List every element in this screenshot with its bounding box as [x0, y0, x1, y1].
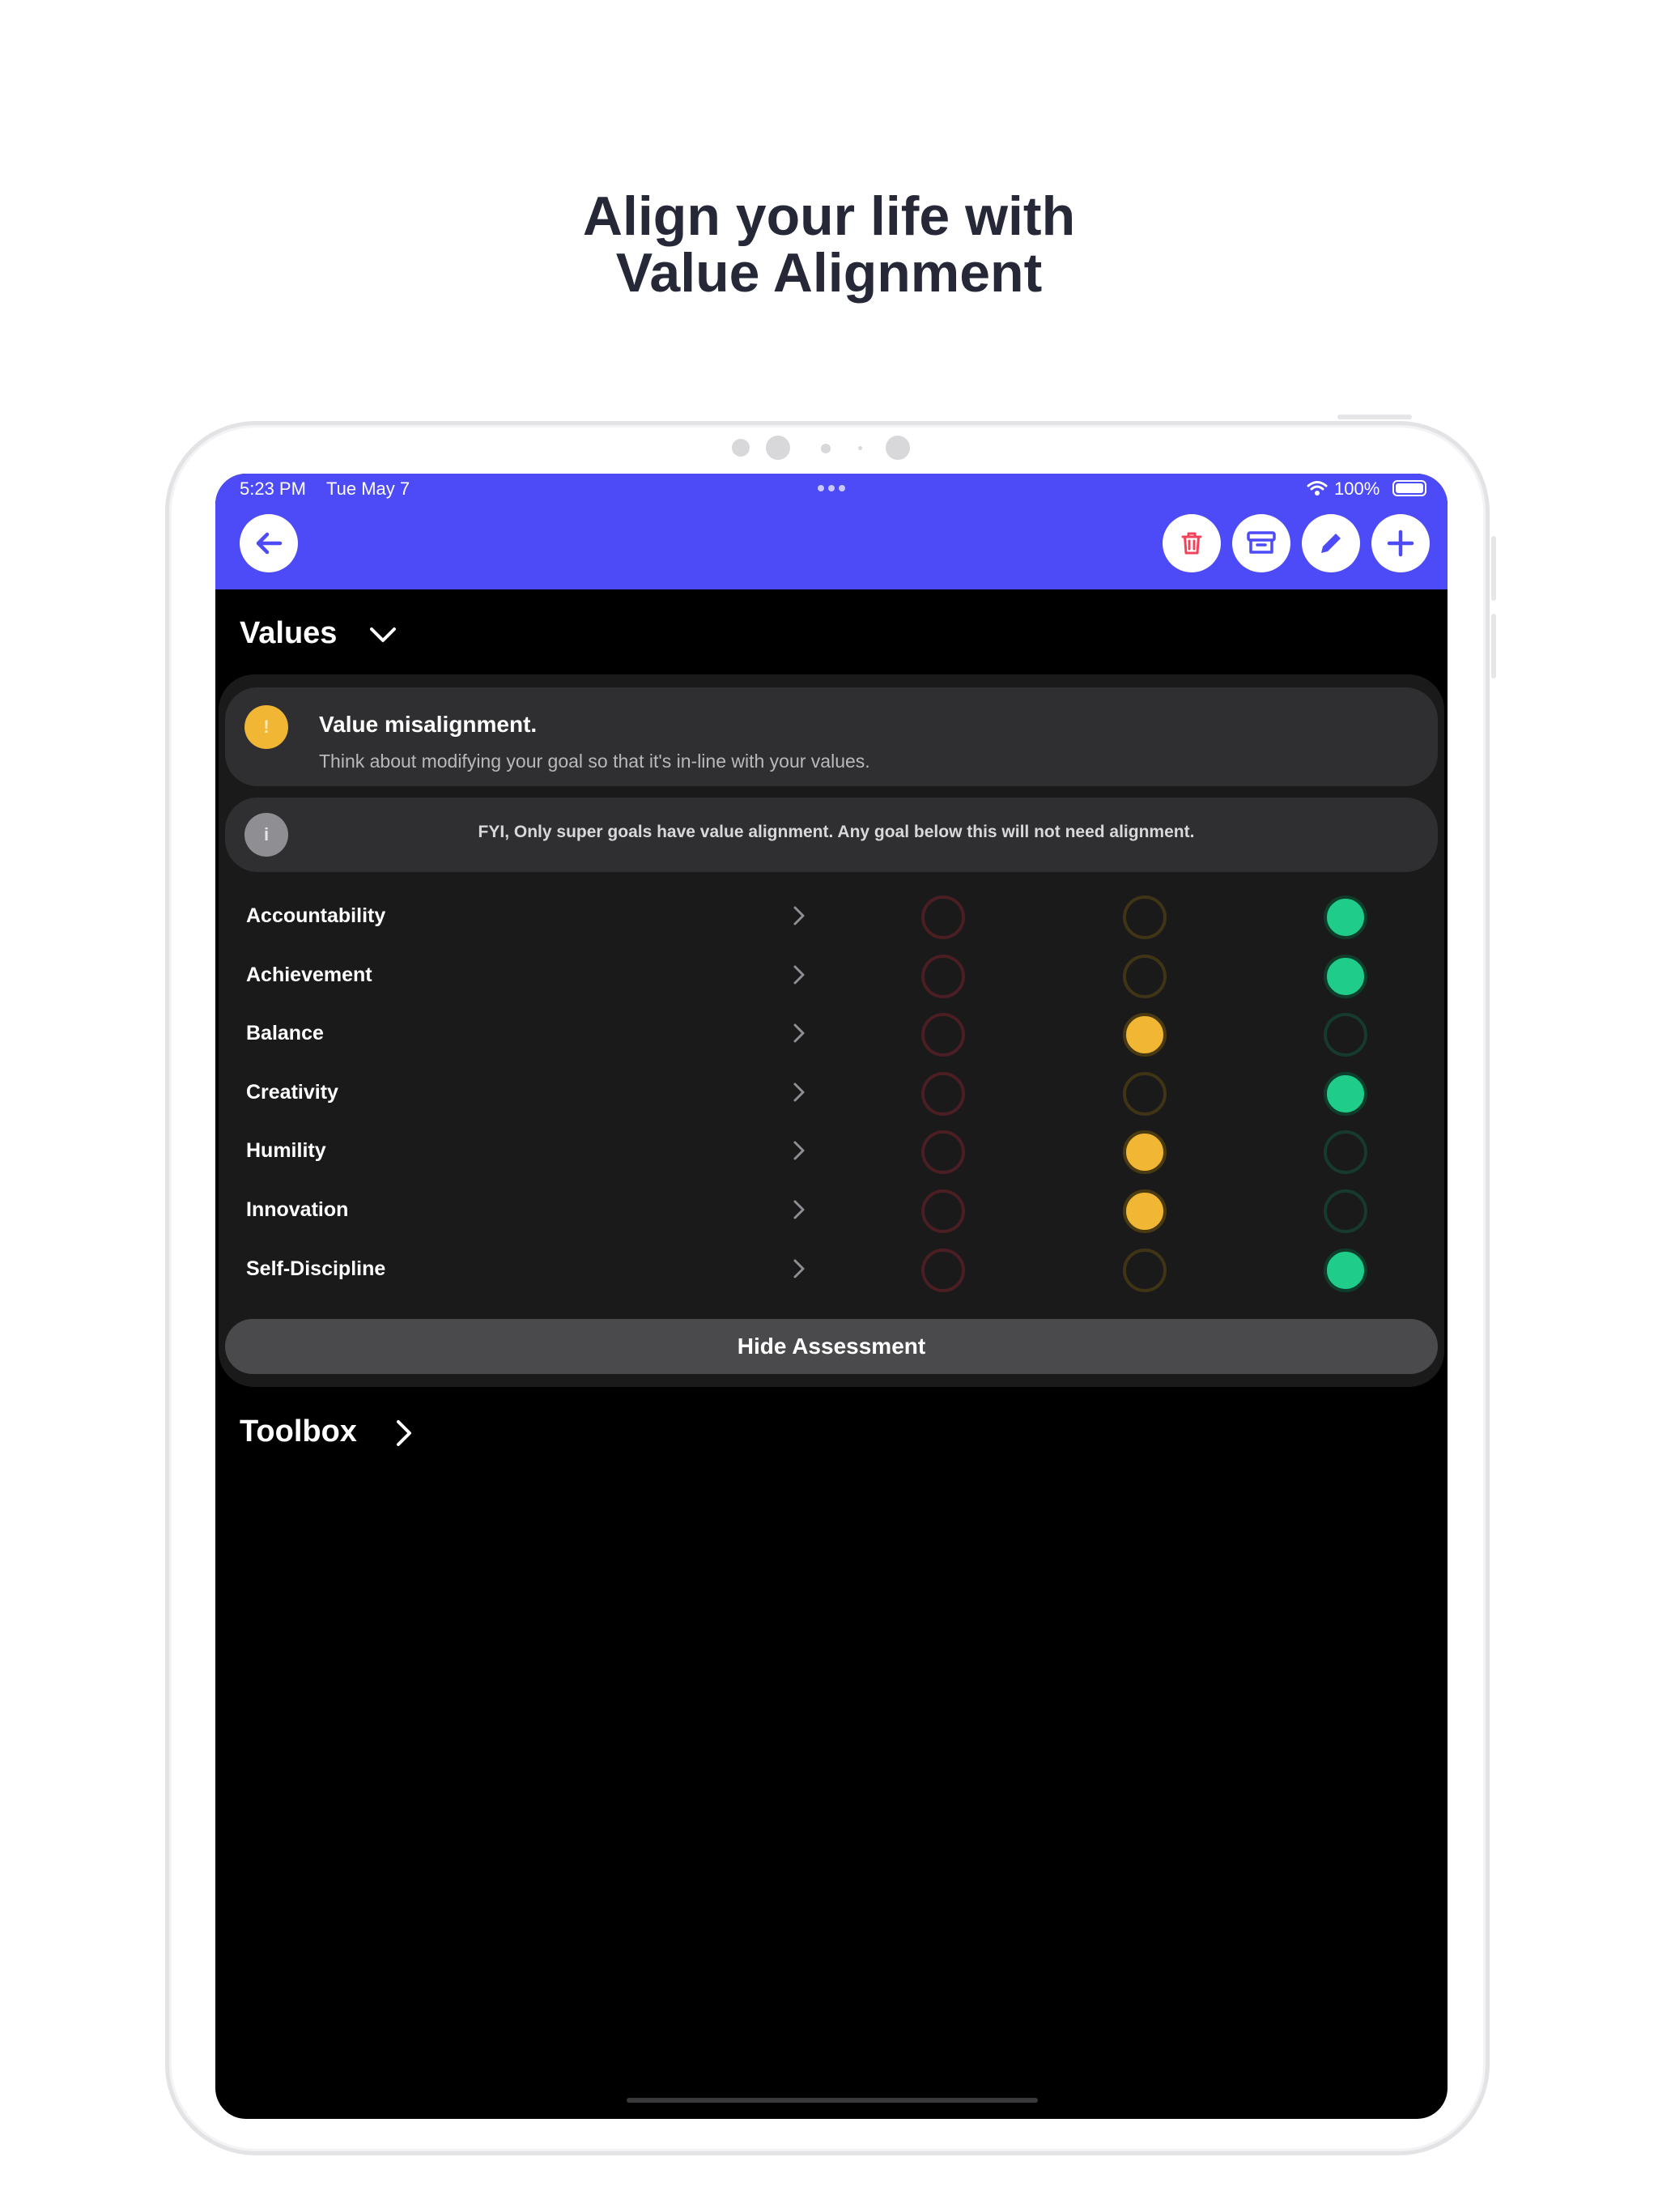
archive-button[interactable] [1232, 514, 1290, 572]
hide-assessment-button[interactable]: Hide Assessment [225, 1319, 1438, 1374]
camera-dot [821, 444, 831, 453]
value-label: Innovation [246, 1198, 349, 1221]
yellow-rating-option[interactable] [1123, 1013, 1167, 1057]
green-rating-option[interactable] [1324, 1071, 1367, 1116]
trash-icon [1181, 532, 1202, 555]
top-bar: 5:23 PM Tue May 7 100% [215, 474, 1448, 589]
green-rating-option[interactable] [1324, 1013, 1367, 1057]
wifi-icon [1307, 481, 1328, 496]
green-rating-option[interactable] [1324, 1248, 1367, 1292]
value-row[interactable]: Balance [215, 1006, 1448, 1064]
green-rating-option[interactable] [1324, 1130, 1367, 1175]
red-rating-option[interactable] [921, 1248, 965, 1292]
value-label: Self-Discipline [246, 1257, 386, 1280]
yellow-rating-option[interactable] [1123, 954, 1167, 998]
red-rating-option[interactable] [921, 1071, 965, 1116]
red-rating-option[interactable] [921, 1013, 965, 1057]
chevron-right-icon [396, 1419, 411, 1446]
chevron-right-icon[interactable] [790, 1195, 810, 1224]
info-icon: i [244, 813, 288, 857]
multitasking-dots-icon[interactable] [818, 485, 845, 491]
promo-line-1: Align your life with [582, 185, 1076, 247]
misalignment-banner: ! Value misalignment. Think about modify… [225, 687, 1438, 786]
chevron-right-icon[interactable] [790, 901, 810, 930]
archive-icon [1247, 531, 1276, 554]
green-rating-option[interactable] [1324, 954, 1367, 998]
info-text: FYI, Only super goals have value alignme… [478, 823, 1195, 841]
value-row[interactable]: Achievement [215, 947, 1448, 1006]
back-button[interactable] [240, 514, 298, 572]
value-label: Creativity [246, 1080, 338, 1104]
green-rating-option[interactable] [1324, 895, 1367, 939]
chevron-right-icon[interactable] [790, 960, 810, 989]
camera-lens [766, 436, 790, 460]
value-row[interactable]: Humility [215, 1123, 1448, 1181]
chevron-right-icon[interactable] [790, 1078, 810, 1107]
edit-button[interactable] [1302, 514, 1360, 572]
camera-sensor [732, 439, 750, 457]
plus-icon [1387, 530, 1414, 557]
value-label: Accountability [246, 904, 386, 927]
status-time: 5:23 PM [240, 479, 306, 499]
top-button [1337, 415, 1412, 419]
home-indicator[interactable] [627, 2098, 1038, 2103]
red-rating-option[interactable] [921, 954, 965, 998]
red-rating-option[interactable] [921, 1130, 965, 1175]
warning-title: Value misalignment. [319, 712, 538, 737]
camera-flash [886, 436, 910, 460]
chevron-down-icon [369, 627, 396, 642]
red-rating-option[interactable] [921, 1189, 965, 1233]
value-row[interactable]: Innovation [215, 1182, 1448, 1240]
chevron-right-icon[interactable] [790, 1136, 810, 1165]
battery-percent: 100% [1334, 479, 1380, 499]
red-rating-option[interactable] [921, 895, 965, 939]
value-label: Balance [246, 1022, 324, 1045]
pencil-icon [1321, 534, 1341, 553]
volume-down-button [1491, 614, 1496, 678]
yellow-rating-option[interactable] [1123, 1248, 1167, 1292]
values-title: Values [240, 616, 338, 650]
chevron-right-icon[interactable] [790, 1019, 810, 1048]
promo-headline: Align your life with Value Alignment [0, 188, 1658, 301]
toolbox-title: Toolbox [240, 1414, 357, 1448]
status-date: Tue May 7 [326, 479, 410, 499]
value-row[interactable]: Creativity [215, 1065, 1448, 1123]
value-row[interactable]: Self-Discipline [215, 1241, 1448, 1300]
info-banner: i FYI, Only super goals have value align… [225, 798, 1438, 872]
arrow-left-icon [256, 532, 283, 555]
camera-mic [858, 446, 862, 450]
value-row[interactable]: Accountability [215, 888, 1448, 946]
delete-button[interactable] [1163, 514, 1221, 572]
yellow-rating-option[interactable] [1123, 895, 1167, 939]
toolbox-section-header[interactable]: Toolbox [240, 1414, 414, 1449]
promo-line-2: Value Alignment [615, 242, 1043, 304]
yellow-rating-option[interactable] [1123, 1071, 1167, 1116]
values-section-header[interactable]: Values [240, 616, 397, 651]
green-rating-option[interactable] [1324, 1189, 1367, 1233]
app-screen: 5:23 PM Tue May 7 100% Values ! Value mi… [215, 474, 1448, 2119]
battery-icon [1392, 480, 1426, 496]
warning-icon: ! [244, 705, 288, 749]
warning-subtitle: Think about modifying your goal so that … [319, 751, 870, 772]
yellow-rating-option[interactable] [1123, 1130, 1167, 1175]
volume-up-button [1491, 536, 1496, 601]
value-label: Achievement [246, 963, 372, 986]
add-button[interactable] [1371, 514, 1430, 572]
yellow-rating-option[interactable] [1123, 1189, 1167, 1233]
chevron-right-icon[interactable] [790, 1254, 810, 1283]
value-label: Humility [246, 1139, 326, 1163]
